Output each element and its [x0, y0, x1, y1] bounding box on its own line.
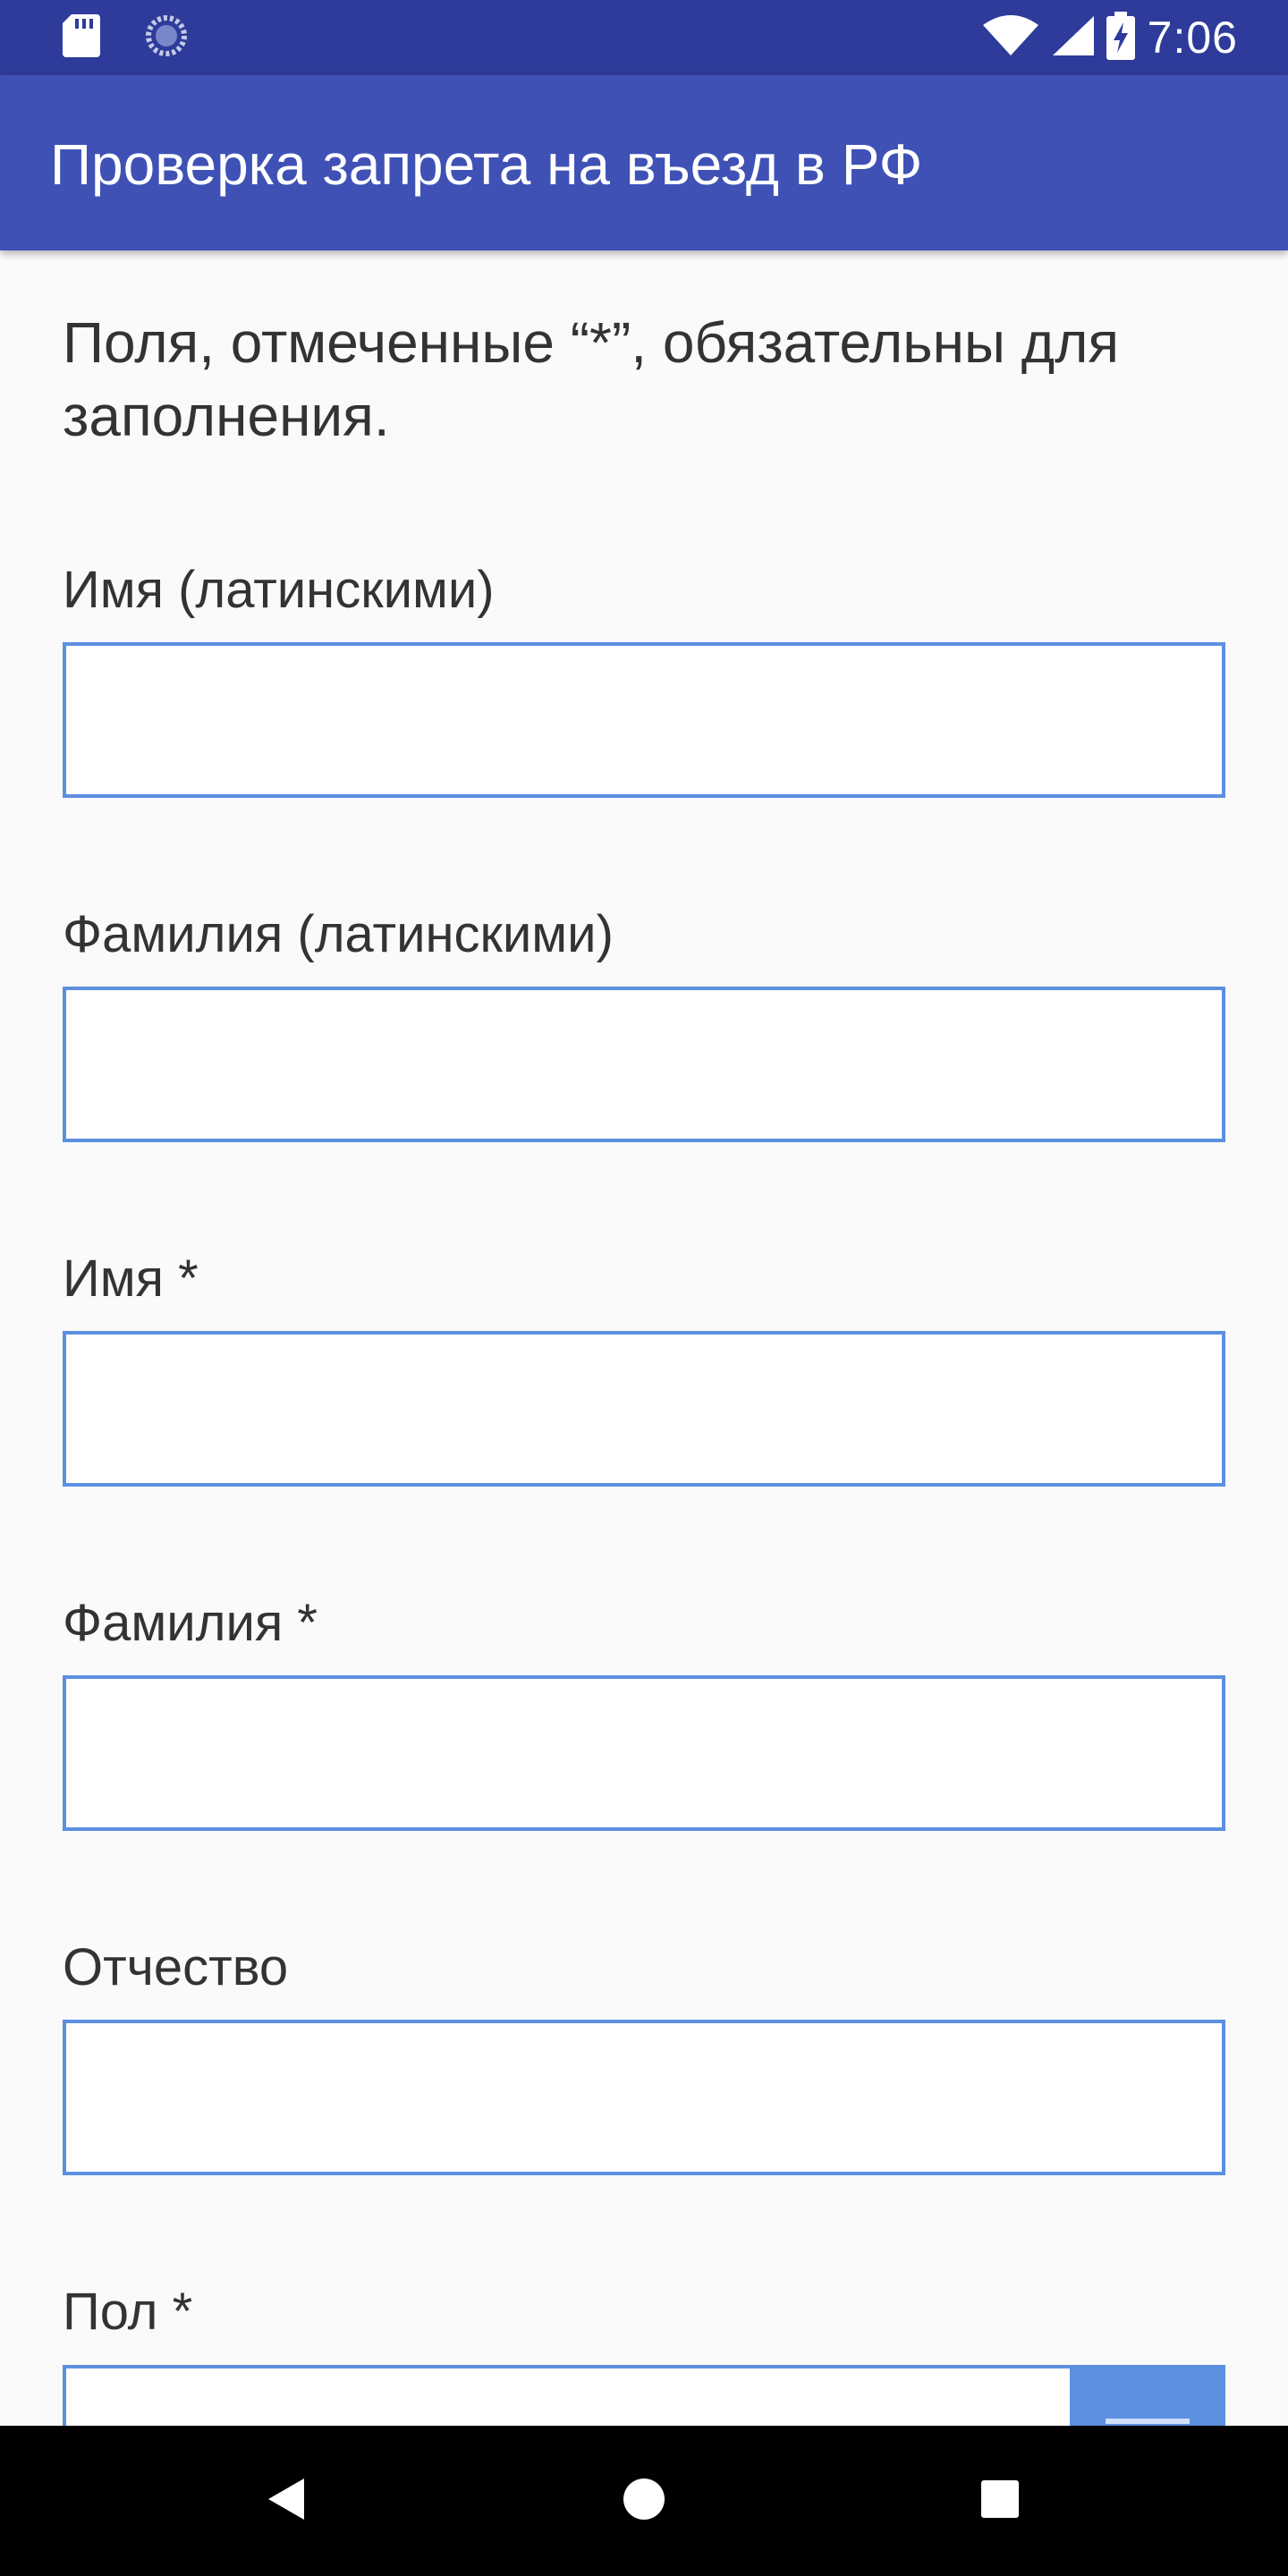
first-name-label: Имя * [63, 1250, 199, 1308]
back-icon [267, 2477, 306, 2526]
gender-dropdown-button[interactable] [1070, 2365, 1225, 2426]
status-bar-left [63, 13, 188, 62]
status-bar: 7:06 [0, 0, 1288, 75]
dropdown-icon [1106, 2419, 1190, 2424]
home-icon [623, 2478, 665, 2525]
status-time: 7:06 [1147, 13, 1238, 63]
gender-select[interactable] [63, 2365, 1225, 2426]
sd-card-icon [63, 13, 100, 62]
gender-select-field[interactable] [63, 2365, 1072, 2426]
battery-charging-icon [1106, 11, 1135, 64]
page-title: Проверка запрета на въезд в РФ [50, 132, 923, 197]
last-name-latin-label: Фамилия (латинскими) [63, 905, 614, 963]
last-name-label: Фамилия * [63, 1594, 318, 1652]
wifi-icon [982, 14, 1038, 62]
status-bar-right: 7:06 [982, 11, 1238, 64]
app-bar: Проверка запрета на въезд в РФ [0, 75, 1288, 250]
required-fields-note: Поля, отмеченные “*”, обязательны для за… [63, 310, 1120, 448]
home-button[interactable] [569, 2426, 719, 2576]
first-name-latin-label: Имя (латинскими) [63, 561, 495, 619]
system-nav-bar [0, 2426, 1288, 2576]
first-name-latin-input[interactable] [63, 642, 1225, 798]
first-name-input[interactable] [63, 1331, 1225, 1487]
form-content: Поля, отмеченные “*”, обязательны для за… [0, 250, 1288, 2426]
gender-label: Пол * [63, 2283, 193, 2341]
patronymic-label: Отчество [63, 1938, 289, 1996]
last-name-latin-input[interactable] [63, 987, 1225, 1142]
recents-icon [981, 2479, 1019, 2522]
signal-icon [1051, 14, 1094, 62]
back-button[interactable] [211, 2426, 361, 2576]
last-name-input[interactable] [63, 1675, 1225, 1831]
recents-button[interactable] [925, 2426, 1075, 2576]
patronymic-input[interactable] [63, 2020, 1225, 2175]
sync-icon [145, 14, 188, 62]
